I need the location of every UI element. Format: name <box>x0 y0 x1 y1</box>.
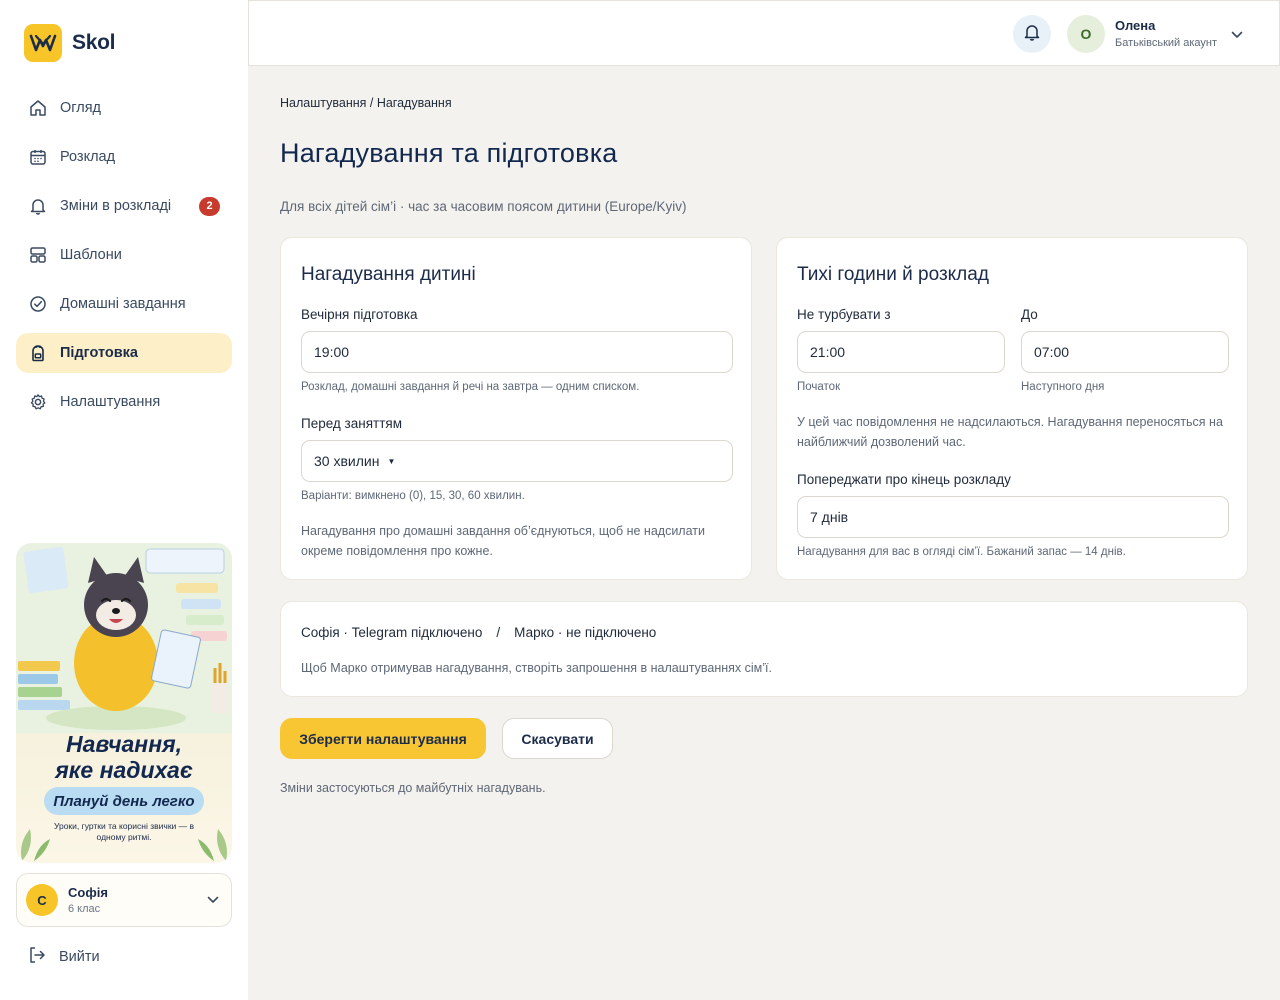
top-header: О Олена Батьківський акаунт <box>248 0 1280 66</box>
telegram-status-sofia: Софія · Telegram підключено <box>301 625 483 640</box>
card-title: Тихі години й розклад <box>797 264 989 285</box>
sidebar-item-overview[interactable]: Огляд <box>16 88 232 128</box>
save-settings-button[interactable]: Зберегти налаштування <box>280 718 486 759</box>
gear-icon <box>28 393 47 412</box>
evening-prep-time-input[interactable] <box>301 331 733 373</box>
sidebar-item-schedule[interactable]: Розклад <box>16 137 232 177</box>
child-profile-switcher[interactable]: С Софія 6 клас <box>16 873 232 927</box>
brand-logo-icon <box>24 24 62 62</box>
sidebar-item-label: Шаблони <box>60 247 122 263</box>
sidebar-item-schedule-changes[interactable]: Зміни в розкладі 2 <box>16 186 232 226</box>
bell-icon <box>1023 23 1041 46</box>
before-class-select[interactable]: 30 хвилин ▼ <box>301 440 733 482</box>
calendar-icon <box>28 148 47 167</box>
child-avatar: С <box>26 884 58 916</box>
child-name: Софія <box>68 885 108 900</box>
sidebar-item-homework[interactable]: Домашні завдання <box>16 284 232 324</box>
evening-prep-hint: Розклад, домашні завдання й речі на завт… <box>301 381 640 393</box>
sidebar-item-label: Зміни в розкладі <box>60 198 172 214</box>
page-subtitle: Для всіх дітей сім’і · час за часовим по… <box>280 199 687 214</box>
bell-icon <box>28 197 47 216</box>
telegram-status-marko: Марко · не підключено <box>514 625 657 640</box>
before-class-value: 30 хвилин <box>314 453 380 469</box>
status-separator: / <box>496 625 501 640</box>
page-title: Нагадування та підготовка <box>280 138 618 168</box>
quiet-hours-note: У цей час повідомлення не надсилаються. … <box>797 415 1223 449</box>
user-menu-chevron-down-icon[interactable] <box>1231 26 1243 44</box>
cancel-button[interactable]: Скасувати <box>502 718 613 759</box>
sidebar: Skol Огляд Розклад Зміни в розкладі 2 Ша… <box>0 0 248 1000</box>
breadcrumb: Налаштування / Нагадування <box>280 96 452 110</box>
homework-merge-note: Нагадування про домашні завдання об’єдну… <box>301 524 705 558</box>
check-circle-icon <box>28 295 47 314</box>
sidebar-item-label: Підготовка <box>60 345 139 361</box>
sidebar-item-templates[interactable]: Шаблони <box>16 235 232 275</box>
promo-title-line2: яке надихає <box>55 757 193 783</box>
card-title: Нагадування дитині <box>301 264 476 285</box>
sidebar-nav: Огляд Розклад Зміни в розкладі 2 Шаблони <box>16 88 232 431</box>
child-grade: 6 клас <box>68 903 101 915</box>
quiet-to-label: До <box>1021 307 1038 322</box>
child-reminders-card: Нагадування дитині Вечірня підготовка Ро… <box>280 237 752 580</box>
notification-count-badge: 2 <box>199 196 220 216</box>
promo-pill: Плануй день легко <box>44 787 204 815</box>
sidebar-item-label: Налаштування <box>60 394 161 410</box>
quiet-hours-card: Тихі години й розклад Не турбувати з Поч… <box>776 237 1248 580</box>
logout-button[interactable]: Вийти <box>28 946 100 968</box>
sidebar-item-settings[interactable]: Налаштування <box>16 382 232 422</box>
evening-prep-label: Вечірня підготовка <box>301 307 418 322</box>
brand-name: Skol <box>72 31 116 54</box>
telegram-invite-note: Щоб Марко отримував нагадування, створіт… <box>301 661 772 675</box>
promo-illustration-icon <box>16 543 232 733</box>
user-avatar[interactable]: О <box>1067 15 1105 53</box>
quiet-from-hint: Початок <box>797 381 841 393</box>
logout-label: Вийти <box>59 949 100 965</box>
schedule-end-warn-input[interactable] <box>797 496 1229 538</box>
sidebar-item-label: Огляд <box>60 100 102 116</box>
schedule-end-warn-label: Попереджати про кінець розкладу <box>797 472 1011 487</box>
brand[interactable]: Skol <box>24 24 115 62</box>
before-class-hint: Варіанти: вимкнено (0), 15, 30, 60 хвили… <box>301 490 525 502</box>
footer-note: Зміни застосуються до майбутніх нагадува… <box>280 781 546 795</box>
sidebar-item-preparation[interactable]: Підготовка <box>16 333 232 373</box>
user-name: Олена <box>1115 18 1156 33</box>
quiet-from-time-input[interactable] <box>797 331 1005 373</box>
sidebar-item-label: Домашні завдання <box>60 296 186 312</box>
notifications-button[interactable] <box>1013 15 1051 53</box>
quiet-from-label: Не турбувати з <box>797 307 891 322</box>
logout-icon <box>28 946 46 968</box>
telegram-status-card: Софія · Telegram підключено / Марко · не… <box>280 601 1248 697</box>
user-role: Батьківський акаунт <box>1115 37 1218 49</box>
chevron-down-icon <box>207 891 219 909</box>
promo-banner: Навчання, яке надихає Плануй день легко … <box>16 543 232 863</box>
quiet-to-hint: Наступного дня <box>1021 381 1105 393</box>
home-icon <box>28 99 47 118</box>
sidebar-item-label: Розклад <box>60 149 116 165</box>
telegram-status-row: Софія · Telegram підключено / Марко · не… <box>301 625 656 640</box>
leaf-decoration-icon <box>21 829 227 861</box>
promo-title-line1: Навчання, <box>65 731 183 757</box>
quiet-to-time-input[interactable] <box>1021 331 1229 373</box>
before-class-label: Перед заняттям <box>301 416 402 431</box>
caret-down-icon: ▼ <box>387 456 396 466</box>
templates-icon <box>28 246 47 265</box>
schedule-end-warn-hint: Нагадування для вас в огляді сім’ї. Бажа… <box>797 546 1126 558</box>
backpack-icon <box>28 344 47 363</box>
